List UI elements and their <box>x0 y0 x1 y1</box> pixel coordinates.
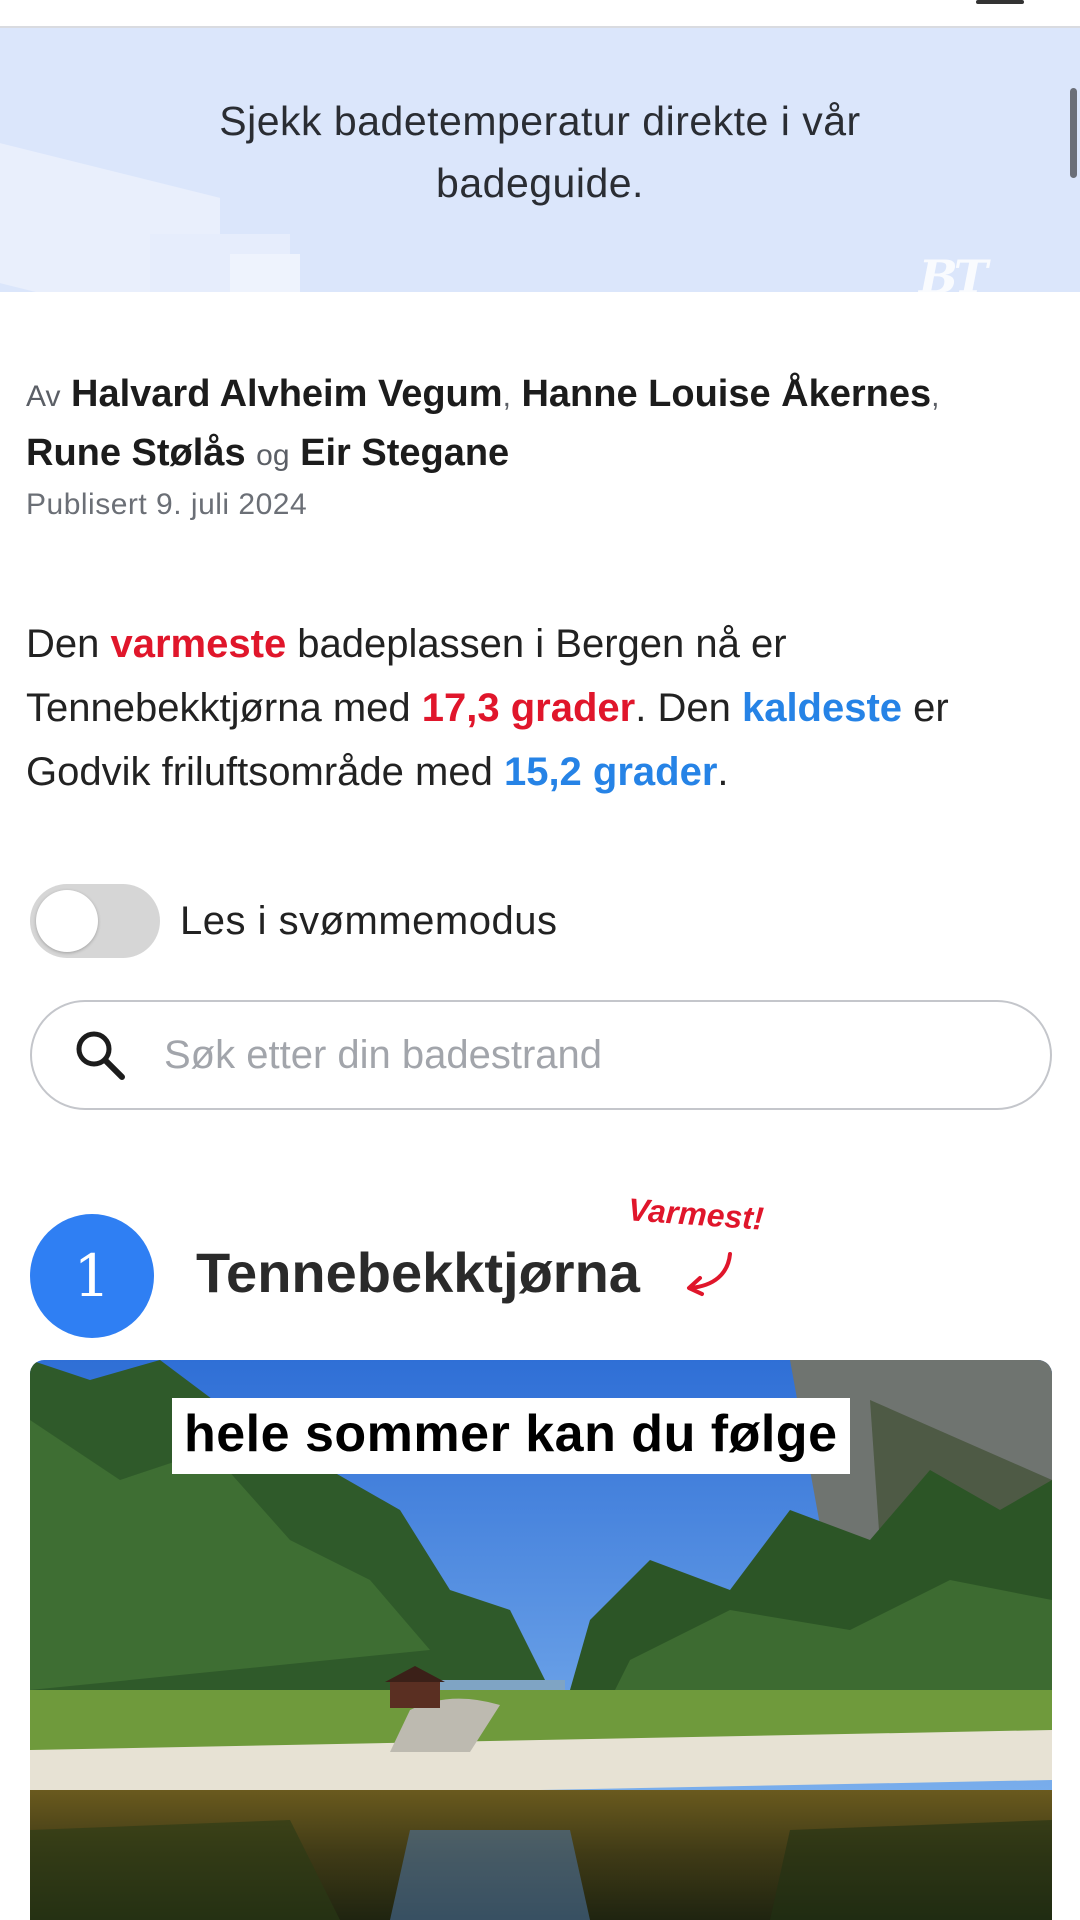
curved-arrow-icon <box>687 1252 732 1296</box>
top-bar <box>0 0 1080 28</box>
swim-mode-row: Les i svømmemodus <box>30 884 557 958</box>
search-input[interactable] <box>164 1032 1024 1078</box>
warmest-temperature: 17,3 grader <box>421 686 636 730</box>
published-date: Publisert 9. juli 2024 <box>26 488 308 521</box>
menu-icon[interactable] <box>976 0 1024 4</box>
author-separator: , <box>502 380 511 413</box>
author-name[interactable]: Hanne Louise Åkernes <box>521 373 931 415</box>
swim-mode-label: Les i svømmemodus <box>180 898 558 943</box>
rank-badge: 1 <box>30 1214 154 1338</box>
intro-text: . Den <box>635 686 742 730</box>
byline: Av Halvard Alvheim Vegum, Hanne Louise Å… <box>26 366 1056 484</box>
search-icon <box>76 1031 125 1080</box>
banner-text: Sjekk badetemperatur direkte i vår badeg… <box>219 98 861 206</box>
author-name[interactable]: Rune Stølås <box>26 432 246 474</box>
banner-decor <box>230 254 300 292</box>
swim-mode-toggle[interactable] <box>30 884 160 958</box>
intro-text: . <box>717 750 729 794</box>
coldest-temperature: 15,2 grader <box>503 750 718 794</box>
author-name[interactable]: Halvard Alvheim Vegum <box>71 373 503 415</box>
intro-paragraph: Den varmeste badeplassen i Bergen nå er … <box>26 612 1056 804</box>
byline-conjunction: og <box>256 439 290 472</box>
intro-text: Den <box>26 622 111 666</box>
toggle-knob <box>36 890 98 952</box>
warmest-tag: Varmest! <box>626 1191 765 1237</box>
beach-search-box[interactable] <box>30 1000 1052 1110</box>
warmest-word: varmeste <box>110 622 287 666</box>
video-caption: hele sommer kan du følge <box>172 1398 850 1474</box>
bath-guide-banner[interactable]: Sjekk badetemperatur direkte i vår badeg… <box>0 28 1080 292</box>
scrollbar[interactable] <box>1070 88 1077 178</box>
author-separator: , <box>931 380 940 413</box>
bt-logo: BT <box>918 250 988 292</box>
beach-title[interactable]: Tennebekktjørna <box>196 1240 640 1305</box>
byline-prefix: Av <box>26 380 61 413</box>
coldest-word: kaldeste <box>741 686 903 730</box>
author-name[interactable]: Eir Stegane <box>300 432 509 474</box>
